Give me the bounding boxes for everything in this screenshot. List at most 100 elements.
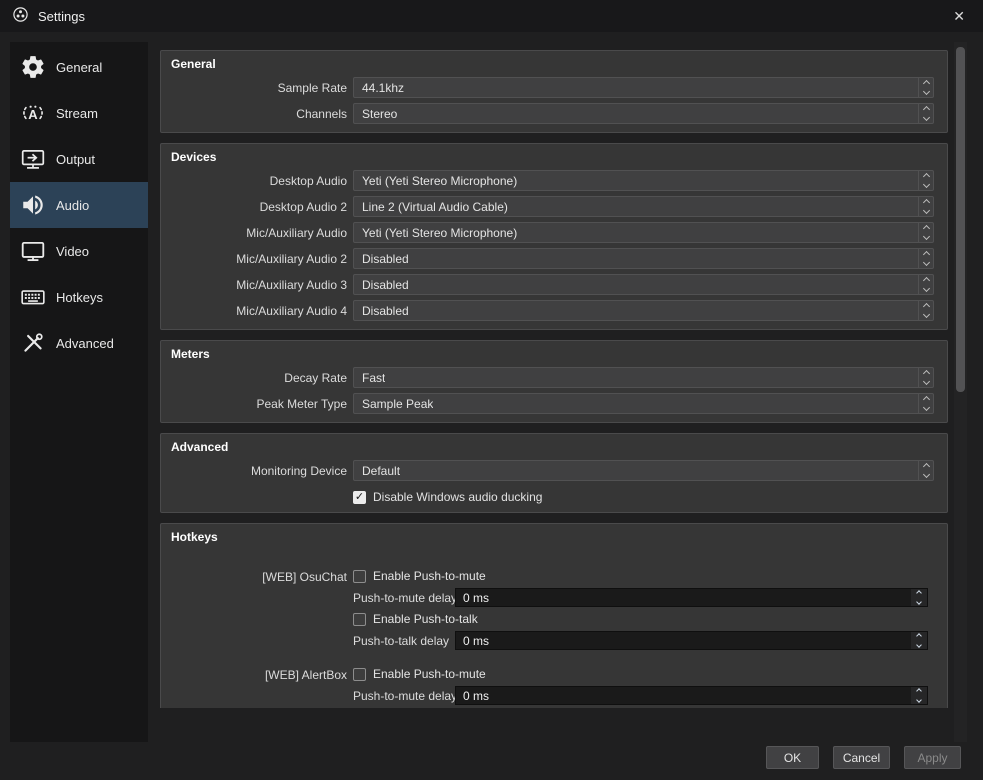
monitoring-device-select[interactable]: Default — [353, 460, 934, 481]
section-title: Advanced — [171, 440, 229, 454]
chevron-updown-icon — [918, 197, 933, 216]
field-label: Mic/Auxiliary Audio 2 — [236, 251, 347, 266]
peak-meter-type-select[interactable]: Sample Peak — [353, 393, 934, 414]
mic-aux-audio-4-select[interactable]: Disabled — [353, 300, 934, 321]
cancel-button[interactable]: Cancel — [833, 746, 890, 769]
title-bar: Settings ✕ — [0, 0, 983, 32]
display-icon — [19, 237, 47, 265]
chevron-updown-icon — [918, 461, 933, 480]
settings-content: General Sample Rate 44.1khz Channels Ste… — [160, 42, 948, 708]
window-title: Settings — [38, 8, 85, 24]
push-to-talk-delay-row: Push-to-talk delay 0 ms — [353, 631, 928, 650]
sidebar-item-general[interactable]: General — [10, 44, 148, 90]
sidebar-item-label: Audio — [56, 197, 90, 213]
spin-down-button[interactable] — [911, 597, 927, 606]
sample-rate-select[interactable]: 44.1khz — [353, 77, 934, 98]
sidebar-item-hotkeys[interactable]: Hotkeys — [10, 274, 148, 320]
settings-row: Desktop Audio 2 Line 2 (Virtual Audio Ca… — [171, 196, 934, 217]
settings-row: Mic/Auxiliary Audio 4 Disabled — [171, 300, 934, 321]
svg-text:A: A — [28, 107, 38, 122]
spin-up-button[interactable] — [911, 687, 927, 696]
chevron-updown-icon — [918, 275, 933, 294]
field-label: Decay Rate — [284, 370, 347, 385]
obs-logo-icon — [12, 6, 29, 26]
mic-aux-audio-3-select[interactable]: Disabled — [353, 274, 934, 295]
enable-push-to-mute-checkbox[interactable] — [353, 569, 366, 583]
spin-down-button[interactable] — [911, 695, 927, 704]
broadcast-icon: A — [19, 99, 47, 127]
chevron-updown-icon — [918, 249, 933, 268]
chevron-updown-icon — [918, 104, 933, 123]
monitor-arrow-icon — [19, 145, 47, 173]
settings-row: Mic/Auxiliary Audio 2 Disabled — [171, 248, 934, 269]
keyboard-icon — [19, 283, 47, 311]
enable-push-to-talk-checkbox[interactable] — [353, 612, 366, 626]
gear-icon — [19, 53, 47, 81]
checkbox-label: Disable Windows audio ducking — [373, 490, 543, 504]
sidebar-item-label: Video — [56, 243, 90, 259]
settings-row: Decay Rate Fast — [171, 367, 934, 388]
channels-select[interactable]: Stereo — [353, 103, 934, 124]
sidebar-item-advanced[interactable]: Advanced — [10, 320, 148, 366]
hotkey-source-label: [WEB] AlertBox — [264, 668, 347, 682]
apply-button[interactable]: Apply — [904, 746, 961, 769]
push-to-mute-delay-input[interactable]: 0 ms — [455, 588, 928, 607]
devices-section: Devices Desktop Audio Yeti (Yeti Stereo … — [160, 143, 948, 330]
sidebar-item-output[interactable]: Output — [10, 136, 148, 182]
field-label: Sample Rate — [277, 80, 347, 95]
checkbox-label: Enable Push-to-mute — [373, 667, 486, 681]
spin-value: 0 ms — [463, 633, 490, 648]
field-label: Mic/Auxiliary Audio 4 — [236, 303, 347, 318]
spinner-buttons — [911, 632, 927, 649]
hotkey-group-osuchat: [WEB] OsuChat Enable Push-to-mute Push-t… — [171, 568, 934, 650]
field-label: Desktop Audio 2 — [259, 199, 347, 214]
disable-audio-ducking-checkbox[interactable] — [353, 490, 366, 504]
settings-row: Monitoring Device Default — [171, 460, 934, 481]
push-to-talk-delay-input[interactable]: 0 ms — [455, 631, 928, 650]
field-label: Push-to-mute delay — [353, 590, 458, 605]
section-title: Hotkeys — [171, 530, 218, 544]
chevron-updown-icon — [918, 223, 933, 242]
section-title: Meters — [171, 347, 210, 361]
enable-push-to-mute-row: Enable Push-to-mute — [353, 568, 928, 584]
close-button[interactable]: ✕ — [947, 6, 971, 27]
sidebar-item-audio[interactable]: Audio — [10, 182, 148, 228]
enable-push-to-mute-checkbox[interactable] — [353, 667, 366, 681]
hotkeys-section: Hotkeys [WEB] OsuChat Enable Push-to-mut… — [160, 523, 948, 708]
field-label: Monitoring Device — [250, 463, 347, 478]
meters-section: Meters Decay Rate Fast Peak Meter Type S… — [160, 340, 948, 423]
scrollbar-thumb[interactable] — [956, 47, 965, 392]
push-to-mute-delay-row: Push-to-mute delay 0 ms — [353, 588, 928, 607]
chevron-updown-icon — [918, 394, 933, 413]
mic-aux-audio-2-select[interactable]: Disabled — [353, 248, 934, 269]
spinner-buttons — [911, 589, 927, 606]
hotkey-source-label: [WEB] OsuChat — [262, 570, 347, 584]
sidebar-item-label: Output — [56, 151, 96, 167]
sidebar-item-stream[interactable]: A Stream — [10, 90, 148, 136]
spin-down-button[interactable] — [911, 640, 927, 649]
push-to-mute-delay-input[interactable]: 0 ms — [455, 686, 928, 705]
field-label: Mic/Auxiliary Audio — [246, 225, 347, 240]
settings-row: Mic/Auxiliary Audio 3 Disabled — [171, 274, 934, 295]
hotkey-group-alertbox: [WEB] AlertBox Enable Push-to-mute Push-… — [171, 666, 934, 708]
settings-sidebar: General A Stream Output Audio Video Hotk… — [10, 42, 148, 742]
desktop-audio-select[interactable]: Yeti (Yeti Stereo Microphone) — [353, 170, 934, 191]
desktop-audio-2-select[interactable]: Line 2 (Virtual Audio Cable) — [353, 196, 934, 217]
field-label: Mic/Auxiliary Audio 3 — [236, 277, 347, 292]
sidebar-item-label: Hotkeys — [56, 289, 103, 305]
decay-rate-select[interactable]: Fast — [353, 367, 934, 388]
settings-row: Desktop Audio Yeti (Yeti Stereo Micropho… — [171, 170, 934, 191]
sidebar-item-video[interactable]: Video — [10, 228, 148, 274]
spin-up-button[interactable] — [911, 632, 927, 641]
chevron-updown-icon — [918, 78, 933, 97]
sidebar-item-label: Advanced — [56, 335, 114, 351]
field-label: Desktop Audio — [269, 173, 347, 188]
field-label: Peak Meter Type — [256, 396, 348, 411]
mic-aux-audio-select[interactable]: Yeti (Yeti Stereo Microphone) — [353, 222, 934, 243]
ok-button[interactable]: OK — [766, 746, 819, 769]
settings-row: Mic/Auxiliary Audio Yeti (Yeti Stereo Mi… — [171, 222, 934, 243]
sidebar-item-label: Stream — [56, 105, 98, 121]
section-title: General — [171, 57, 216, 71]
spin-up-button[interactable] — [911, 589, 927, 598]
settings-row: Peak Meter Type Sample Peak — [171, 393, 934, 414]
